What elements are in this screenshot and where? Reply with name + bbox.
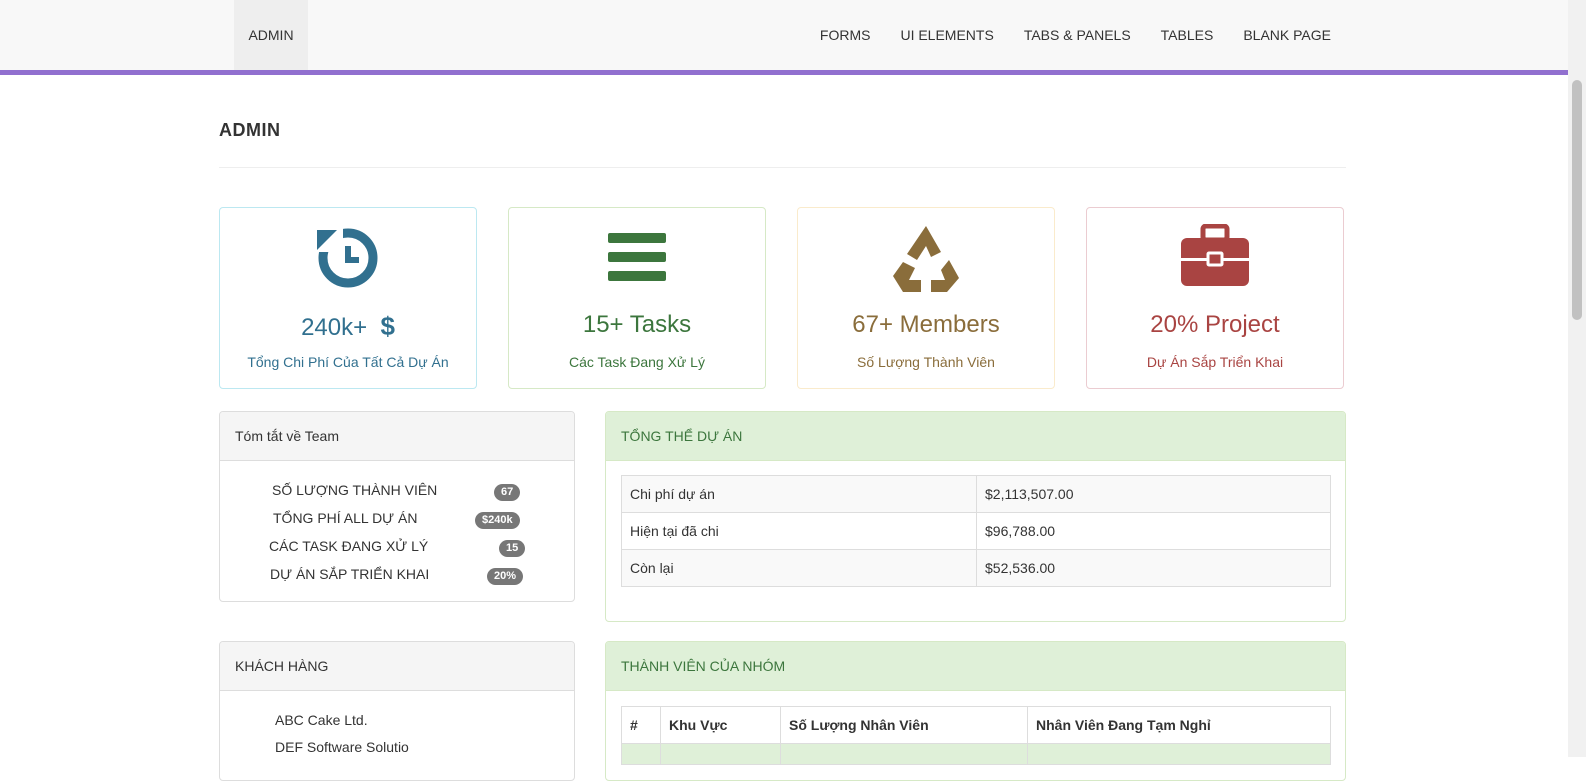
- panel-heading: Tóm tắt về Team: [220, 412, 574, 461]
- table-row: [621, 743, 1331, 765]
- project-overview-panel: TỔNG THỂ DỰ ÁN Chi phí dự án $2,113,507.…: [605, 411, 1346, 622]
- team-summary-panel: Tóm tắt về Team SỐ LƯỢNG THÀNH VIÊN 67 T…: [219, 411, 575, 602]
- panel-heading: THÀNH VIÊN CỦA NHÓM: [606, 642, 1345, 691]
- count-badge: $240k: [475, 512, 520, 529]
- list-item: TỔNG PHÍ ALL DỰ ÁN $240k: [220, 510, 574, 538]
- list-item: DỰ ÁN SẮP TRIỂN KHAI 20%: [220, 566, 574, 594]
- stat-card-members: 67+ Members Số Lượng Thành Viên: [797, 207, 1055, 389]
- stat-card-cost: 240k+ $ Tổng Chi Phí Của Tất Cả Dự Án: [219, 207, 477, 389]
- table-cell: Chi phí dự án: [621, 475, 977, 513]
- team-members-panel: THÀNH VIÊN CỦA NHÓM # Khu Vực Số Lượng N…: [605, 641, 1346, 781]
- list-item-label: TỔNG PHÍ ALL DỰ ÁN: [273, 510, 418, 526]
- members-table: # Khu Vực Số Lượng Nhân Viên Nhân Viên Đ…: [621, 706, 1331, 765]
- stat-label: Số Lượng Thành Viên: [857, 354, 995, 370]
- stat-value: 15+ Tasks: [582, 311, 692, 338]
- nav-link-blank-page[interactable]: BLANK PAGE: [1243, 27, 1331, 43]
- list-item: DEF Software Solutio: [275, 739, 409, 755]
- stat-label: Các Task Đang Xử Lý: [569, 354, 705, 370]
- briefcase-icon: [1181, 224, 1249, 286]
- stat-label: Dự Án Sắp Triển Khai: [1146, 354, 1284, 370]
- table-cell: $2,113,507.00: [976, 475, 1331, 513]
- stat-value: 20% Project: [1150, 311, 1280, 338]
- customers-panel: KHÁCH HÀNG ABC Cake Ltd. DEF Software So…: [219, 641, 575, 781]
- list-item-label: CÁC TASK ĐANG XỬ LÝ: [269, 538, 429, 554]
- top-navbar: ADMIN FORMS UI ELEMENTS TABS & PANELS TA…: [0, 0, 1568, 75]
- table-row: Còn lại $52,536.00: [621, 549, 1331, 587]
- stat-value: 240k+ $: [301, 311, 395, 341]
- stat-label: Tổng Chi Phí Của Tất Cả Dự Án: [247, 354, 449, 370]
- stat-card-projects: 20% Project Dự Án Sắp Triển Khai: [1086, 207, 1344, 389]
- list-item: CÁC TASK ĐANG XỬ LÝ 15: [220, 538, 574, 566]
- scrollbar[interactable]: [1568, 0, 1586, 757]
- table-row: Chi phí dự án $2,113,507.00: [621, 475, 1331, 513]
- count-badge: 20%: [487, 568, 524, 585]
- column-header: Nhân Viên Đang Tạm Nghỉ: [1027, 706, 1331, 744]
- stat-value: 67+ Members: [852, 311, 1000, 338]
- panel-heading: TỔNG THỂ DỰ ÁN: [606, 412, 1345, 461]
- recycle-icon: [893, 226, 959, 292]
- table-cell: $96,788.00: [976, 512, 1331, 550]
- table-cell: $52,536.00: [976, 549, 1331, 587]
- overview-table: Chi phí dự án $2,113,507.00 Hiện tại đã …: [621, 475, 1331, 587]
- brand-link[interactable]: ADMIN: [234, 0, 308, 70]
- table-header-row: # Khu Vực Số Lượng Nhân Viên Nhân Viên Đ…: [621, 706, 1331, 744]
- count-badge: 67: [494, 484, 521, 501]
- history-icon: [317, 226, 378, 288]
- bars-icon: [608, 233, 666, 281]
- panel-heading: KHÁCH HÀNG: [220, 642, 574, 691]
- column-header: #: [621, 706, 661, 744]
- nav-links: FORMS UI ELEMENTS TABS & PANELS TABLES B…: [790, 0, 1331, 70]
- nav-link-tables[interactable]: TABLES: [1161, 27, 1214, 43]
- table-cell: Hiện tại đã chi: [621, 512, 977, 550]
- column-header: Khu Vực: [660, 706, 781, 744]
- nav-link-forms[interactable]: FORMS: [820, 27, 871, 43]
- page-title: ADMIN: [219, 120, 281, 140]
- stat-card-tasks: 15+ Tasks Các Task Đang Xử Lý: [508, 207, 766, 389]
- column-header: Số Lượng Nhân Viên: [780, 706, 1028, 744]
- scrollbar-thumb[interactable]: [1572, 80, 1582, 320]
- list-item: SỐ LƯỢNG THÀNH VIÊN 67: [220, 482, 574, 510]
- divider: [219, 167, 1346, 168]
- list-item-label: DỰ ÁN SẮP TRIỂN KHAI: [270, 566, 430, 582]
- table-row: Hiện tại đã chi $96,788.00: [621, 512, 1331, 550]
- nav-link-tabs-panels[interactable]: TABS & PANELS: [1024, 27, 1131, 43]
- count-badge: 15: [499, 540, 526, 557]
- list-item: ABC Cake Ltd.: [275, 712, 368, 728]
- table-cell: Còn lại: [621, 549, 977, 587]
- nav-link-ui-elements[interactable]: UI ELEMENTS: [900, 27, 993, 43]
- list-item-label: SỐ LƯỢNG THÀNH VIÊN: [272, 482, 438, 498]
